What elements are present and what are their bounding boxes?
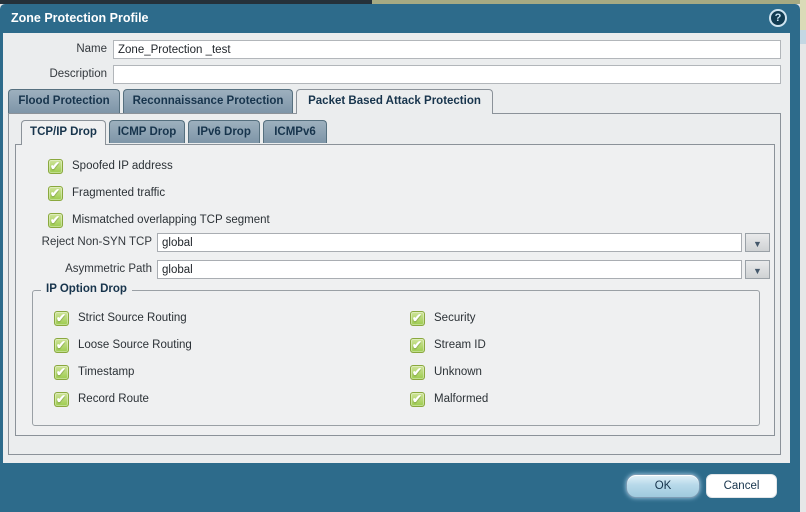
name-label: Name (3, 43, 107, 55)
check-icon: ✔ (412, 311, 422, 325)
ip-option-drop-legend: IP Option Drop (41, 283, 132, 295)
tab-reconnaissance-protection[interactable]: Reconnaissance Protection (123, 89, 293, 113)
check-icon: ✔ (412, 392, 422, 406)
check-icon: ✔ (56, 392, 66, 406)
loose-source-routing-label: Loose Source Routing (78, 339, 192, 351)
background-page-right-blue (800, 30, 806, 44)
reject-non-syn-tcp-label: Reject Non-SYN TCP (16, 236, 152, 248)
zone-protection-profile-dialog: Zone Protection Profile ? Name Descripti… (0, 4, 800, 512)
description-input[interactable] (113, 65, 781, 84)
ok-button[interactable]: OK (626, 474, 700, 498)
asymmetric-path-select[interactable] (157, 260, 742, 279)
checkbox-row-security: ✔ Security (410, 310, 476, 326)
dialog-title: Zone Protection Profile (11, 11, 149, 25)
checkbox-row-loose-source-routing: ✔ Loose Source Routing (54, 337, 192, 353)
checkbox-row-spoofed-ip: ✔ Spoofed IP address (48, 158, 173, 174)
chevron-down-icon: ▼ (753, 266, 762, 276)
checkbox-row-record-route: ✔ Record Route (54, 391, 149, 407)
fragmented-traffic-label: Fragmented traffic (72, 187, 165, 199)
strict-source-routing-checkbox[interactable]: ✔ (54, 311, 69, 326)
mismatched-overlap-checkbox[interactable]: ✔ (48, 213, 63, 228)
record-route-checkbox[interactable]: ✔ (54, 392, 69, 407)
subtab-tcpip-drop[interactable]: TCP/IP Drop (21, 120, 106, 145)
timestamp-label: Timestamp (78, 366, 134, 378)
stream-id-label: Stream ID (434, 339, 486, 351)
spoofed-ip-label: Spoofed IP address (72, 160, 173, 172)
unknown-label: Unknown (434, 366, 482, 378)
unknown-checkbox[interactable]: ✔ (410, 365, 425, 380)
ip-option-drop-fieldset: IP Option Drop ✔ Strict Source Routing ✔… (32, 290, 760, 426)
cancel-button[interactable]: Cancel (706, 474, 777, 498)
description-label: Description (3, 68, 107, 80)
mismatched-overlap-label: Mismatched overlapping TCP segment (72, 214, 270, 226)
background-page-right-olive (800, 0, 806, 30)
chevron-down-icon: ▼ (753, 239, 762, 249)
reject-non-syn-tcp-select[interactable] (157, 233, 742, 252)
subtab-ipv6-drop[interactable]: IPv6 Drop (188, 120, 260, 143)
security-label: Security (434, 312, 476, 324)
check-icon: ✔ (412, 365, 422, 379)
tab-packet-based-attack-protection[interactable]: Packet Based Attack Protection (296, 89, 493, 114)
dialog-footer: OK Cancel (0, 463, 800, 512)
check-icon: ✔ (50, 186, 60, 200)
malformed-label: Malformed (434, 393, 488, 405)
check-icon: ✔ (50, 159, 60, 173)
asymmetric-path-label: Asymmetric Path (16, 263, 152, 275)
subtab-icmpv6[interactable]: ICMPv6 (263, 120, 327, 143)
check-icon: ✔ (50, 213, 60, 227)
stream-id-checkbox[interactable]: ✔ (410, 338, 425, 353)
subtab-icmp-drop[interactable]: ICMP Drop (109, 120, 185, 143)
checkbox-row-malformed: ✔ Malformed (410, 391, 488, 407)
record-route-label: Record Route (78, 393, 149, 405)
help-icon[interactable]: ? (769, 9, 787, 27)
checkbox-row-strict-source-routing: ✔ Strict Source Routing (54, 310, 187, 326)
check-icon: ✔ (56, 311, 66, 325)
fragmented-traffic-checkbox[interactable]: ✔ (48, 186, 63, 201)
malformed-checkbox[interactable]: ✔ (410, 392, 425, 407)
check-icon: ✔ (56, 338, 66, 352)
checkbox-row-stream-id: ✔ Stream ID (410, 337, 486, 353)
checkbox-row-unknown: ✔ Unknown (410, 364, 482, 380)
checkbox-row-mismatched-overlap: ✔ Mismatched overlapping TCP segment (48, 212, 270, 228)
dialog-content: Name Description Flood Protection Reconn… (3, 33, 790, 463)
reject-non-syn-tcp-dropdown-button[interactable]: ▼ (745, 233, 770, 252)
timestamp-checkbox[interactable]: ✔ (54, 365, 69, 380)
strict-source-routing-label: Strict Source Routing (78, 312, 187, 324)
tcpip-drop-panel: ✔ Spoofed IP address ✔ Fragmented traffi… (15, 144, 775, 436)
spoofed-ip-checkbox[interactable]: ✔ (48, 159, 63, 174)
packet-based-attack-panel: TCP/IP Drop ICMP Drop IPv6 Drop ICMPv6 ✔… (8, 113, 781, 455)
tab-flood-protection[interactable]: Flood Protection (8, 89, 120, 113)
loose-source-routing-checkbox[interactable]: ✔ (54, 338, 69, 353)
checkbox-row-fragmented-traffic: ✔ Fragmented traffic (48, 185, 165, 201)
name-input[interactable] (113, 40, 781, 59)
check-icon: ✔ (412, 338, 422, 352)
check-icon: ✔ (56, 365, 66, 379)
checkbox-row-timestamp: ✔ Timestamp (54, 364, 134, 380)
security-checkbox[interactable]: ✔ (410, 311, 425, 326)
asymmetric-path-dropdown-button[interactable]: ▼ (745, 260, 770, 279)
dialog-titlebar: Zone Protection Profile ? (0, 4, 800, 33)
